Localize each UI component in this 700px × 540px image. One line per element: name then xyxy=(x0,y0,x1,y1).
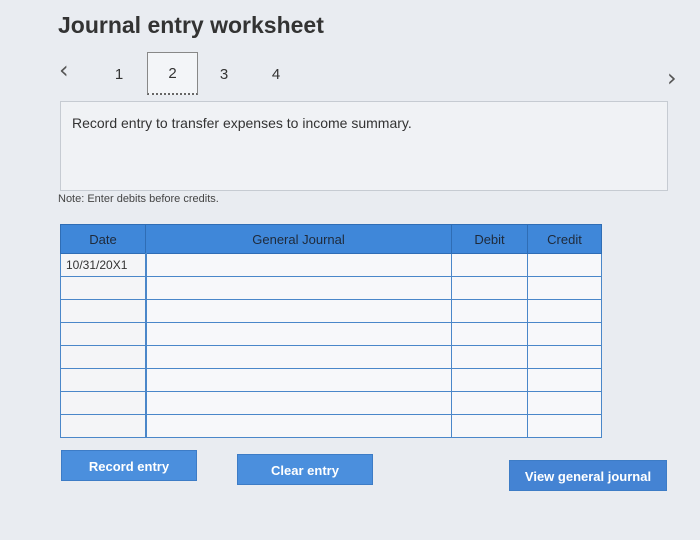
date-cell[interactable] xyxy=(60,299,146,323)
account-cell[interactable] xyxy=(144,276,452,300)
date-cell[interactable] xyxy=(60,276,146,300)
credit-cell[interactable] xyxy=(527,414,602,438)
account-cell[interactable] xyxy=(144,345,452,369)
step-tab-4[interactable]: 4 xyxy=(252,56,300,94)
debit-cell[interactable] xyxy=(451,322,528,346)
account-cell[interactable] xyxy=(144,299,452,323)
date-cell[interactable]: 10/31/20X1 xyxy=(60,253,146,277)
account-cell[interactable] xyxy=(144,414,452,438)
debit-cell[interactable] xyxy=(451,368,528,392)
account-cell[interactable] xyxy=(144,322,452,346)
credit-cell[interactable] xyxy=(527,253,602,277)
debit-cell[interactable] xyxy=(451,391,528,415)
step-tab-2[interactable]: 2 xyxy=(147,52,198,95)
credit-cell[interactable] xyxy=(527,368,602,392)
page-title: Journal entry worksheet xyxy=(58,12,324,38)
table-row xyxy=(60,299,602,323)
step-tab-1[interactable]: 1 xyxy=(95,56,143,94)
account-cell[interactable] xyxy=(144,391,452,415)
header-general-journal: General Journal xyxy=(145,224,452,254)
note-text: Note: Enter debits before credits. xyxy=(58,193,219,205)
header-debit: Debit xyxy=(451,224,528,254)
chevron-left-icon[interactable]: ‹ xyxy=(59,58,69,82)
header-date: Date xyxy=(60,224,146,254)
debit-cell[interactable] xyxy=(451,276,528,300)
debit-cell[interactable] xyxy=(451,414,528,438)
credit-cell[interactable] xyxy=(527,299,602,323)
date-cell[interactable] xyxy=(60,345,146,369)
date-cell[interactable] xyxy=(60,368,146,392)
clear-entry-button[interactable]: Clear entry xyxy=(237,454,373,485)
table-header-row: Date General Journal Debit Credit xyxy=(60,224,602,254)
journal-table: Date General Journal Debit Credit 10/31/… xyxy=(60,224,602,438)
date-cell[interactable] xyxy=(60,391,146,415)
date-cell[interactable] xyxy=(60,322,146,346)
view-general-journal-button[interactable]: View general journal xyxy=(509,460,667,491)
table-row xyxy=(60,276,602,300)
table-row xyxy=(60,391,602,415)
credit-cell[interactable] xyxy=(527,322,602,346)
credit-cell[interactable] xyxy=(527,345,602,369)
date-cell[interactable] xyxy=(60,414,146,438)
debit-cell[interactable] xyxy=(451,345,528,369)
instruction-box: Record entry to transfer expenses to inc… xyxy=(60,101,668,191)
table-row: 10/31/20X1 xyxy=(60,253,602,277)
step-navigation: ‹ 1 2 3 4 › xyxy=(55,50,695,95)
debit-cell[interactable] xyxy=(451,253,528,277)
account-cell[interactable] xyxy=(144,368,452,392)
step-tab-3[interactable]: 3 xyxy=(200,56,248,94)
table-row xyxy=(60,345,602,369)
header-credit: Credit xyxy=(527,224,602,254)
credit-cell[interactable] xyxy=(527,276,602,300)
credit-cell[interactable] xyxy=(527,391,602,415)
account-cell[interactable] xyxy=(144,253,452,277)
table-row xyxy=(60,414,602,438)
record-entry-button[interactable]: Record entry xyxy=(61,450,197,481)
debit-cell[interactable] xyxy=(451,299,528,323)
chevron-right-icon[interactable]: › xyxy=(667,66,677,90)
table-row xyxy=(60,368,602,392)
instruction-text: Record entry to transfer expenses to inc… xyxy=(72,115,412,131)
table-row xyxy=(60,322,602,346)
